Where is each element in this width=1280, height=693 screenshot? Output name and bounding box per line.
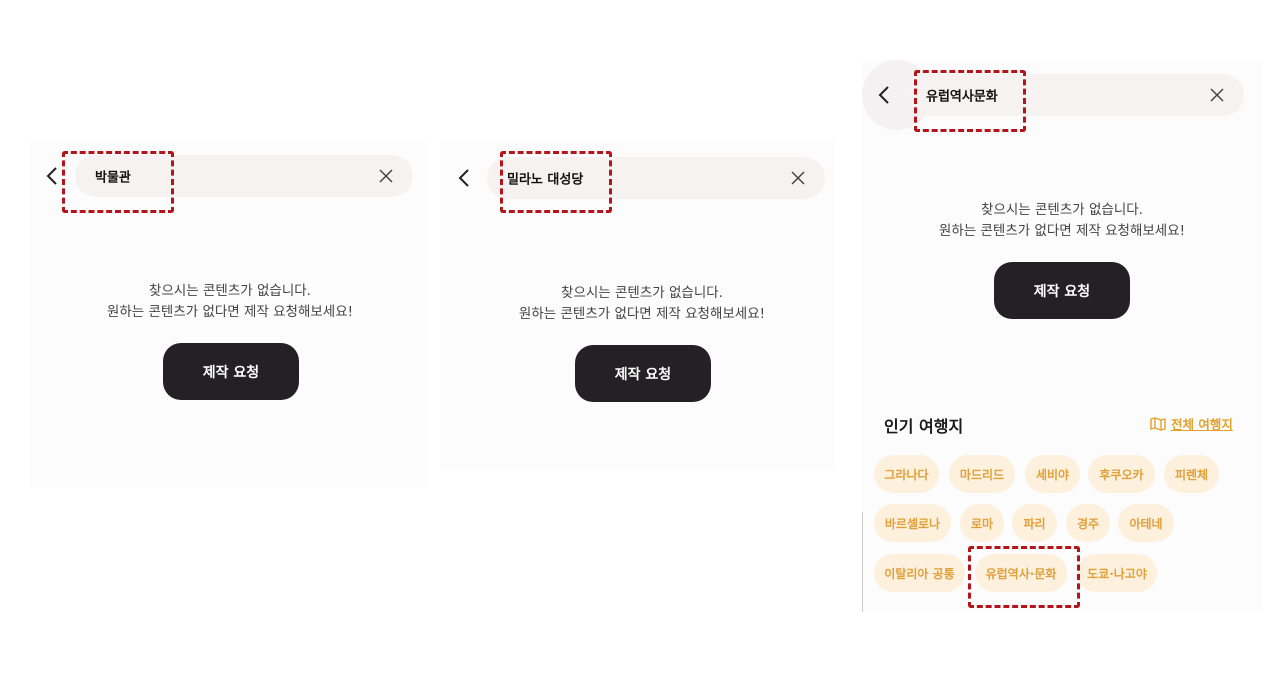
empty-message: 찾으시는 콘텐츠가 없습니다. 원하는 콘텐츠가 없다면 제작 요청해보세요! xyxy=(60,281,400,323)
all-destinations-label: 전체 여행지 xyxy=(1171,417,1233,432)
chip-barcelona[interactable]: 바르셀로나 xyxy=(874,504,951,542)
request-button[interactable]: 제작 요청 xyxy=(994,262,1130,319)
empty-line-2: 원하는 콘텐츠가 없다면 제작 요청해보세요! xyxy=(938,223,1186,239)
chip-paris[interactable]: 파리 xyxy=(1012,504,1057,542)
map-icon xyxy=(1150,416,1166,431)
empty-line-1: 찾으시는 콘텐츠가 없습니다. xyxy=(981,202,1143,218)
search-bar[interactable]: 밀라노 대성당 xyxy=(487,157,825,199)
chip-madrid[interactable]: 마드리드 xyxy=(949,455,1015,493)
chip-florence[interactable]: 피렌체 xyxy=(1164,455,1219,493)
empty-message: 찾으시는 콘텐츠가 없습니다. 원하는 콘텐츠가 없다면 제작 요청해보세요! xyxy=(472,283,812,325)
chevron-left-icon xyxy=(878,86,889,104)
search-bar[interactable]: 유럽역사문화 xyxy=(906,74,1244,116)
request-button[interactable]: 제작 요청 xyxy=(163,343,299,400)
chip-italy-common[interactable]: 이탈리아 공통 xyxy=(874,554,965,592)
search-bar[interactable]: 박물관 xyxy=(75,155,413,197)
empty-line-1: 찾으시는 콘텐츠가 없습니다. xyxy=(149,283,311,299)
chip-rome[interactable]: 로마 xyxy=(960,504,1004,542)
chip-athens[interactable]: 아테네 xyxy=(1118,504,1174,542)
chip-fukuoka[interactable]: 후쿠오카 xyxy=(1088,455,1155,493)
request-button[interactable]: 제작 요청 xyxy=(575,345,711,402)
chevron-left-icon xyxy=(46,167,57,185)
chip-tokyo-nagoya[interactable]: 도쿄·나고야 xyxy=(1077,554,1157,592)
empty-line-2: 원하는 콘텐츠가 없다면 제작 요청해보세요! xyxy=(106,304,354,320)
chip-europe-history-culture[interactable]: 유럽역사·문화 xyxy=(975,554,1067,592)
empty-line-1: 찾으시는 콘텐츠가 없습니다. xyxy=(561,285,723,301)
chip-seville[interactable]: 세비야 xyxy=(1025,455,1080,493)
clear-icon[interactable] xyxy=(1210,88,1224,102)
search-query[interactable]: 박물관 xyxy=(95,167,131,186)
clear-icon[interactable] xyxy=(791,171,805,185)
popular-destinations-title: 인기 여행지 xyxy=(884,417,964,436)
divider xyxy=(862,512,863,612)
back-button[interactable] xyxy=(873,84,895,106)
search-query[interactable]: 밀라노 대성당 xyxy=(507,169,583,188)
search-query[interactable]: 유럽역사문화 xyxy=(926,86,998,105)
chevron-left-icon xyxy=(458,169,469,187)
clear-icon[interactable] xyxy=(379,169,393,183)
back-button[interactable] xyxy=(453,167,475,189)
chip-gyeongju[interactable]: 경주 xyxy=(1066,504,1110,542)
chip-granada[interactable]: 그라나다 xyxy=(874,455,939,493)
back-button[interactable] xyxy=(41,165,63,187)
empty-message: 찾으시는 콘텐츠가 없습니다. 원하는 콘텐츠가 없다면 제작 요청해보세요! xyxy=(892,200,1232,242)
all-destinations-link[interactable]: 전체 여행지 xyxy=(1150,414,1233,433)
empty-line-2: 원하는 콘텐츠가 없다면 제작 요청해보세요! xyxy=(518,306,766,322)
